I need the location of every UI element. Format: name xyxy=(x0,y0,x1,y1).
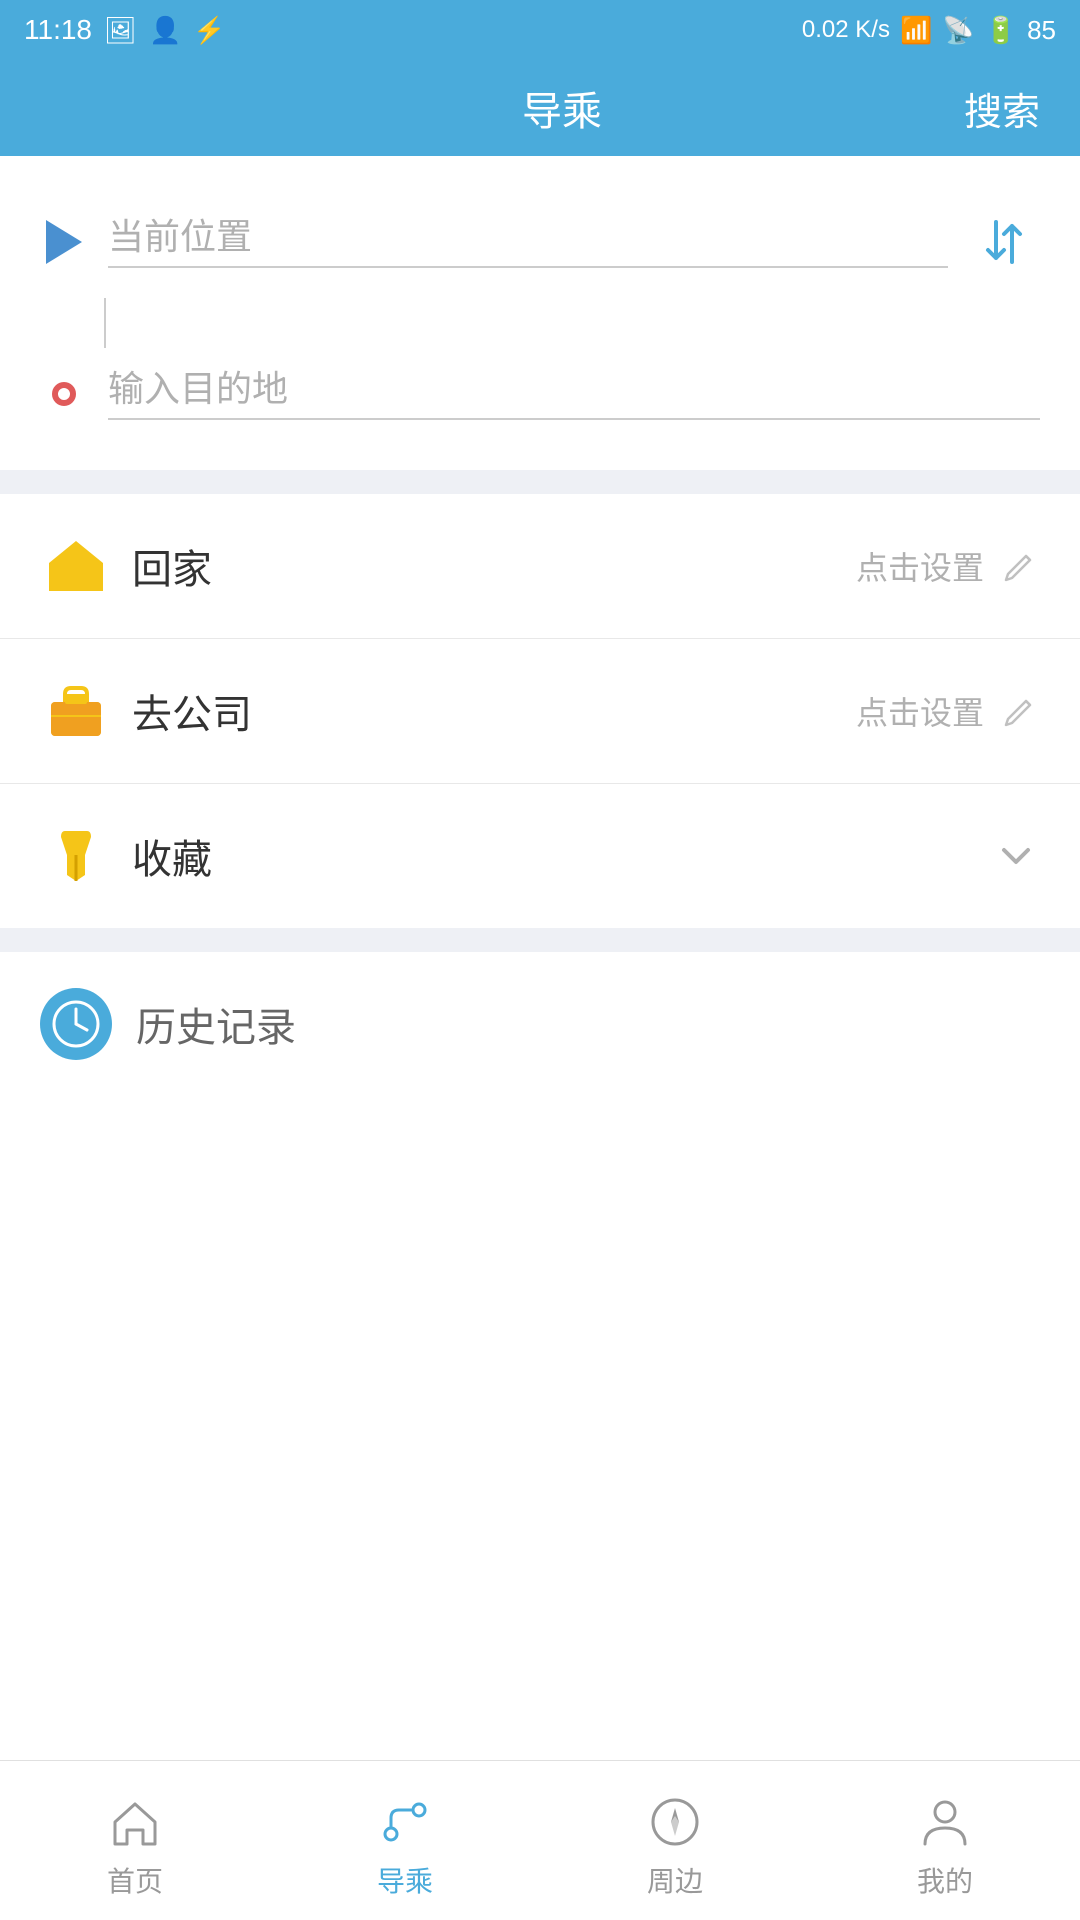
briefcase-icon xyxy=(45,680,107,742)
edit-icon-home xyxy=(1000,546,1040,586)
route-icon xyxy=(377,1794,433,1850)
destination-icon xyxy=(40,370,88,418)
home-action-label: 点击设置 xyxy=(856,543,984,589)
person-nav-icon xyxy=(917,1794,973,1850)
status-left: 11:18 🖼 👤 ⚡ xyxy=(24,14,226,46)
status-bar: 11:18 🖼 👤 ⚡ 0.02 K/s 📶 📡 🔋 85 xyxy=(0,0,1080,60)
work-item-label: 去公司 xyxy=(132,682,856,740)
quick-items-section: 回家 点击设置 去公司 点击设置 xyxy=(0,494,1080,928)
edit-icon-work xyxy=(1000,691,1040,731)
nav-item-home[interactable]: 首页 xyxy=(0,1782,270,1900)
connector-line xyxy=(104,298,106,348)
nav-guide-label: 导乘 xyxy=(377,1860,433,1900)
nav-mine-label: 我的 xyxy=(917,1860,973,1900)
work-action-label: 点击设置 xyxy=(856,688,984,734)
speed-indicator: 0.02 K/s xyxy=(802,16,890,44)
section-divider-1 xyxy=(0,470,1080,494)
section-divider-2 xyxy=(0,928,1080,952)
nav-nearby-label: 周边 xyxy=(647,1860,703,1900)
person-icon: 👤 xyxy=(149,15,181,46)
house-icon xyxy=(45,535,107,597)
home-item-action: 点击设置 xyxy=(856,543,1040,589)
origin-row xyxy=(40,186,1040,298)
home-item-label: 回家 xyxy=(132,537,856,595)
compass-icon xyxy=(647,1794,703,1850)
history-clock-icon xyxy=(40,988,112,1060)
home-nav-icon xyxy=(107,1794,163,1850)
nav-mine-icon xyxy=(915,1792,975,1852)
swap-icon xyxy=(976,214,1032,270)
status-time: 11:18 xyxy=(24,14,92,46)
destination-circle-icon xyxy=(52,382,76,406)
work-item-icon xyxy=(40,675,112,747)
nav-item-guide[interactable]: 导乘 xyxy=(270,1782,540,1900)
nav-item-nearby[interactable]: 周边 xyxy=(540,1782,810,1900)
favorites-item-label: 收藏 xyxy=(132,827,992,885)
nav-item-mine[interactable]: 我的 xyxy=(810,1782,1080,1900)
work-item-action: 点击设置 xyxy=(856,688,1040,734)
bottom-nav: 首页 导乘 周边 我的 xyxy=(0,1760,1080,1920)
origin-icon xyxy=(40,218,88,266)
history-section: 历史记录 xyxy=(0,952,1080,1096)
nav-guide-icon xyxy=(375,1792,435,1852)
nav-home-label: 首页 xyxy=(107,1860,163,1900)
destination-row xyxy=(40,348,1040,440)
wifi-icon: 📡 xyxy=(942,15,974,46)
header: 导乘 搜索 xyxy=(0,60,1080,156)
image-icon: 🖼 xyxy=(104,15,137,46)
home-item[interactable]: 回家 点击设置 xyxy=(0,494,1080,639)
swap-button[interactable] xyxy=(968,206,1040,278)
chevron-down-icon xyxy=(992,832,1040,880)
origin-input[interactable] xyxy=(108,216,948,268)
nav-nearby-icon xyxy=(645,1792,705,1852)
history-label: 历史记录 xyxy=(136,995,296,1053)
nav-home-icon xyxy=(105,1792,165,1852)
home-item-icon xyxy=(40,530,112,602)
favorites-item-icon xyxy=(40,820,112,892)
input-section xyxy=(0,156,1080,470)
pin-icon xyxy=(45,825,107,887)
clock-icon xyxy=(51,999,101,1049)
battery-level: 85 xyxy=(1027,15,1056,46)
work-item[interactable]: 去公司 点击设置 xyxy=(0,639,1080,784)
chevron-icon xyxy=(992,832,1040,880)
destination-input[interactable] xyxy=(108,368,1040,420)
status-right: 0.02 K/s 📶 📡 🔋 85 xyxy=(802,15,1056,46)
header-title: 导乘 xyxy=(160,79,964,137)
search-button[interactable]: 搜索 xyxy=(964,81,1040,136)
battery-icon: 🔋 xyxy=(985,15,1017,46)
usb-icon: ⚡ xyxy=(193,15,225,46)
favorites-item[interactable]: 收藏 xyxy=(0,784,1080,928)
location-arrow-icon xyxy=(46,220,82,264)
signal-icon: 📶 xyxy=(900,15,932,46)
